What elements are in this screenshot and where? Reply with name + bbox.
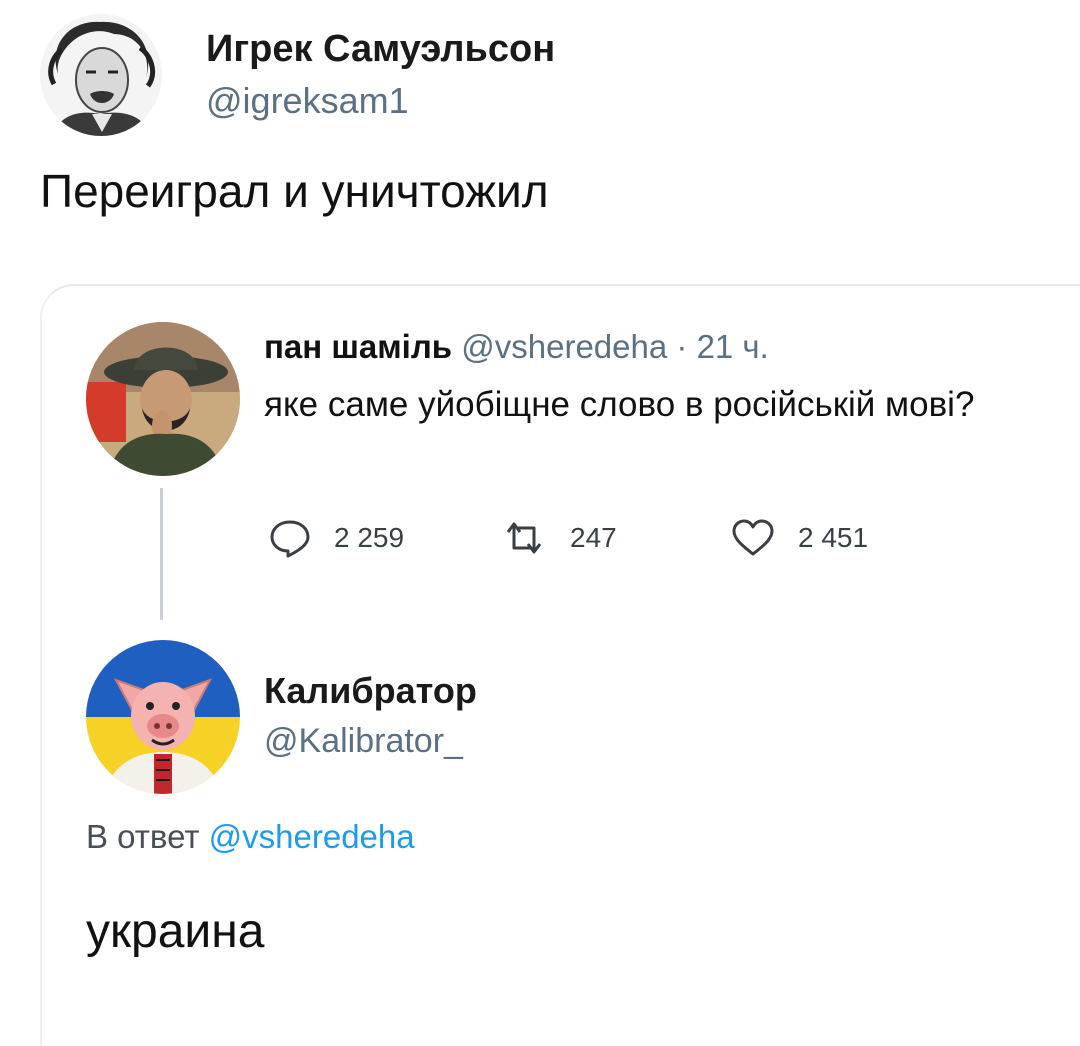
author-name[interactable]: Игрек Самуэльсон	[206, 28, 555, 71]
reply-text: украина	[86, 905, 265, 958]
quoted-author-avatar[interactable]	[86, 322, 240, 476]
reply-prefix: В ответ	[86, 818, 200, 855]
thread-connector-line	[160, 488, 163, 620]
reply-to-handle[interactable]: @vsheredeha	[209, 818, 415, 855]
quoted-author-handle[interactable]: @vsheredeha	[461, 328, 667, 365]
reply-count: 2 259	[334, 522, 405, 553]
reply-author-avatar[interactable]	[86, 640, 240, 794]
retweet-icon	[506, 522, 542, 554]
quoted-author-photo	[86, 322, 240, 476]
reply-author-name[interactable]: Калибратор	[264, 670, 477, 712]
quoted-author-name[interactable]: пан шаміль	[264, 328, 452, 365]
heart-icon	[732, 519, 774, 556]
quoted-tweet-text: яке саме уйобіщне слово в російській мов…	[264, 385, 975, 424]
retweet-action[interactable]: 247	[500, 518, 617, 558]
reply-author-handle[interactable]: @Kalibrator_	[264, 722, 463, 761]
reply-action[interactable]: 2 259	[268, 518, 404, 558]
like-count: 2 451	[798, 522, 869, 553]
author-avatar[interactable]	[40, 14, 162, 136]
like-action[interactable]: 2 451	[730, 518, 868, 558]
reply-author-pig-avatar	[86, 640, 240, 794]
reply-to-line: В ответ @vsheredeha	[86, 818, 415, 856]
retweet-count: 247	[570, 522, 617, 553]
quoted-tweet-time[interactable]: 21 ч.	[697, 328, 769, 365]
quoted-tweet-meta: пан шаміль @vsheredeha · 21 ч.	[264, 328, 769, 366]
author-portrait-sketch	[40, 14, 162, 136]
tweet-text: Переиграл и уничтожил	[40, 165, 549, 217]
quoted-meta-separator: ·	[676, 328, 688, 365]
speech-bubble-icon	[270, 520, 310, 558]
author-handle[interactable]: @igreksam1	[206, 80, 409, 122]
